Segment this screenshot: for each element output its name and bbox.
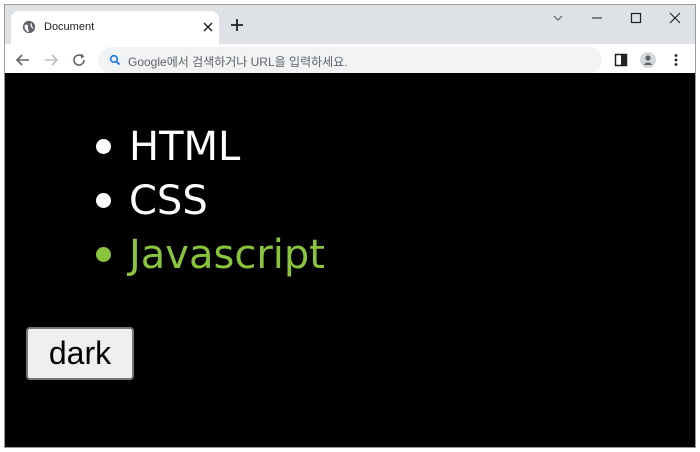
tab-document[interactable]: Document [11,11,219,44]
address-placeholder: Google에서 검색하거나 URL을 입력하세요. [128,55,348,69]
bullet-css [96,193,111,208]
close-window-icon[interactable] [668,11,682,25]
browser-window: Document Google에서 검색하거나 URL을 입력하세요. HTML… [4,4,696,448]
page-content: HTML CSS Javascript dark [5,73,695,447]
list-item-javascript: Javascript [129,232,325,278]
address-bar[interactable]: Google에서 검색하거나 URL을 입력하세요. [98,47,602,73]
reload-icon[interactable] [71,52,87,68]
close-icon[interactable] [202,21,214,33]
new-tab-icon[interactable] [229,17,245,33]
tab-strip: Document [5,5,695,44]
list-item-css: CSS [129,178,208,224]
bullet-html [96,139,111,154]
globe-icon [22,20,36,34]
tab-title: Document [44,21,95,33]
search-icon [109,54,121,66]
chevron-down-icon[interactable] [551,11,565,25]
bullet-javascript [96,247,111,262]
maximize-icon[interactable] [629,11,643,25]
list-item-html: HTML [129,124,241,170]
back-arrow-icon[interactable] [15,52,31,68]
side-panel-icon[interactable] [613,52,629,68]
dark-mode-button[interactable]: dark [26,327,134,380]
profile-avatar-icon[interactable] [640,52,656,68]
more-menu-icon[interactable] [668,52,684,68]
forward-arrow-icon[interactable] [43,52,59,68]
minimize-icon[interactable] [590,11,604,25]
